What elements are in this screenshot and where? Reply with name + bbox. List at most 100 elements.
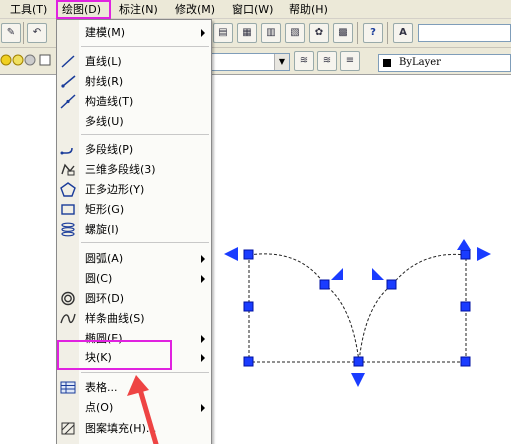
- menu-item-line[interactable]: 直线(L): [57, 52, 211, 71]
- text-style-combo[interactable]: [418, 24, 511, 42]
- help-icon[interactable]: ?: [363, 23, 383, 43]
- polyline-icon: [60, 147, 73, 155]
- menu-item-construction-line[interactable]: 构造线(T): [57, 92, 211, 111]
- menu-item-label: 表格...: [85, 381, 118, 394]
- grip[interactable]: [243, 249, 254, 260]
- block-item-highlight: [57, 340, 172, 370]
- menu-tools[interactable]: 工具(T): [10, 2, 47, 17]
- menu-item-label: 多段线(P): [85, 143, 134, 156]
- toolbar-separator: [23, 22, 24, 44]
- spline-icon: [60, 313, 76, 324]
- submenu-arrow-icon: [201, 275, 205, 283]
- menu-item-circle[interactable]: 圆(C): [57, 269, 211, 288]
- menu-item-donut[interactable]: 圆环(D): [57, 289, 211, 308]
- menu-item-label: 多线(U): [85, 115, 124, 128]
- submenu-arrow-icon: [201, 255, 205, 263]
- properties-icon[interactable]: ▤: [213, 23, 233, 43]
- menu-help[interactable]: 帮助(H): [289, 2, 328, 17]
- construction-line-icon: [60, 94, 76, 109]
- tool-palettes-icon[interactable]: ▥: [261, 23, 281, 43]
- lineweight-combo[interactable]: ByLayer: [378, 54, 511, 72]
- menu-separator: [81, 46, 209, 47]
- submenu-arrow-icon: [201, 29, 205, 37]
- menu-item-arc[interactable]: 圆弧(A): [57, 249, 211, 268]
- menu-item-polyline[interactable]: 多段线(P): [57, 140, 211, 159]
- grip[interactable]: [243, 356, 254, 367]
- menu-item-polygon[interactable]: 正多边形(Y): [57, 180, 211, 199]
- up-arrow-grip[interactable]: [457, 239, 471, 250]
- grip[interactable]: [460, 301, 471, 312]
- undo-icon[interactable]: ↶: [27, 23, 47, 43]
- menu-bar: 工具(T) 绘图(D) 标注(N) 修改(M) 窗口(W) 帮助(H): [0, 0, 511, 19]
- menu-item-ray[interactable]: 射线(R): [57, 72, 211, 91]
- menu-item-label: 三维多段线(3): [85, 163, 156, 176]
- arrow-grip[interactable]: [331, 268, 343, 280]
- grips: [243, 249, 471, 367]
- grip[interactable]: [353, 356, 364, 367]
- toolbar-separator: [387, 22, 388, 44]
- toolbar-separator: [357, 22, 358, 44]
- color-swatch: [383, 59, 391, 67]
- layer-state-icons: [0, 54, 51, 66]
- submenu-arrow-icon: [201, 354, 205, 362]
- grip[interactable]: [386, 279, 397, 290]
- match-properties-icon[interactable]: ✎: [1, 23, 21, 43]
- layer-states-icon[interactable]: ≡: [340, 51, 360, 71]
- markup-icon[interactable]: ✿: [309, 23, 329, 43]
- calculator-icon[interactable]: ▩: [333, 23, 353, 43]
- polygon-icon: [60, 182, 76, 197]
- menu-item-label: 直线(L): [85, 55, 122, 68]
- menu-separator: [81, 372, 209, 373]
- menu-modify[interactable]: 修改(M): [175, 2, 215, 17]
- 3d-polyline-icon: [61, 163, 75, 176]
- menu-window[interactable]: 窗口(W): [232, 2, 273, 17]
- menu-dimension[interactable]: 标注(N): [119, 2, 158, 17]
- grip[interactable]: [460, 356, 471, 367]
- menu-item-hatch[interactable]: 图案填充(H)...: [57, 419, 211, 438]
- menu-item-helix[interactable]: 螺旋(I): [57, 220, 211, 239]
- ray-icon: [61, 75, 76, 88]
- make-current-layer-icon[interactable]: ≋: [294, 51, 314, 71]
- menu-item-label: 矩形(G): [85, 203, 125, 216]
- hatch-icon: [61, 422, 75, 435]
- menu-item-point[interactable]: 点(O): [57, 398, 211, 417]
- submenu-arrow-icon: [201, 404, 205, 412]
- down-arrow-grip[interactable]: [351, 373, 365, 387]
- grip[interactable]: [460, 249, 471, 260]
- draw-menu-highlight: [56, 0, 111, 19]
- menu-separator: [81, 242, 209, 243]
- menu-item-label: 建模(M): [85, 26, 126, 39]
- grip[interactable]: [319, 279, 330, 290]
- menu-item-rectangle[interactable]: 矩形(G): [57, 200, 211, 219]
- menu-item-label: 点(O): [85, 401, 114, 414]
- menu-item-label: 圆(C): [85, 272, 113, 285]
- text-style-icon[interactable]: A: [393, 23, 413, 43]
- layer-combo[interactable]: ▼: [210, 53, 290, 71]
- right-arrow-grip[interactable]: [477, 247, 491, 261]
- menu-item-table[interactable]: 表格...: [57, 378, 211, 397]
- left-arrow-grip[interactable]: [224, 247, 238, 261]
- table-icon: [60, 381, 76, 394]
- helix-icon: [61, 222, 75, 237]
- menu-item-3d-polyline[interactable]: 三维多段线(3): [57, 160, 211, 179]
- submenu-arrow-icon: [201, 335, 205, 343]
- design-center-icon[interactable]: ▦: [237, 23, 257, 43]
- menu-item-spline[interactable]: 样条曲线(S): [57, 309, 211, 328]
- menu-item-label: 正多边形(Y): [85, 183, 145, 196]
- sheet-set-icon[interactable]: ▧: [285, 23, 305, 43]
- menu-item-label: 螺旋(I): [85, 223, 119, 236]
- menu-separator: [81, 134, 209, 135]
- menu-item-label: 构造线(T): [85, 95, 134, 108]
- rectangle-icon: [61, 204, 75, 215]
- lineweight-value: ByLayer: [399, 57, 441, 68]
- chevron-down-icon[interactable]: ▼: [274, 54, 289, 70]
- layer-previous-icon[interactable]: ≋: [317, 51, 337, 71]
- menu-item-label: 图案填充(H)...: [85, 422, 157, 435]
- arrow-grip[interactable]: [372, 268, 384, 280]
- menu-item-modeling[interactable]: 建模(M): [57, 23, 211, 42]
- selected-block-outline: [248, 253, 467, 363]
- menu-item-multiline[interactable]: 多线(U): [57, 112, 211, 131]
- donut-icon: [61, 291, 75, 306]
- grip[interactable]: [243, 301, 254, 312]
- autocad-window: 工具(T) 绘图(D) 标注(N) 修改(M) 窗口(W) 帮助(H) ✎ ↶ …: [0, 0, 511, 444]
